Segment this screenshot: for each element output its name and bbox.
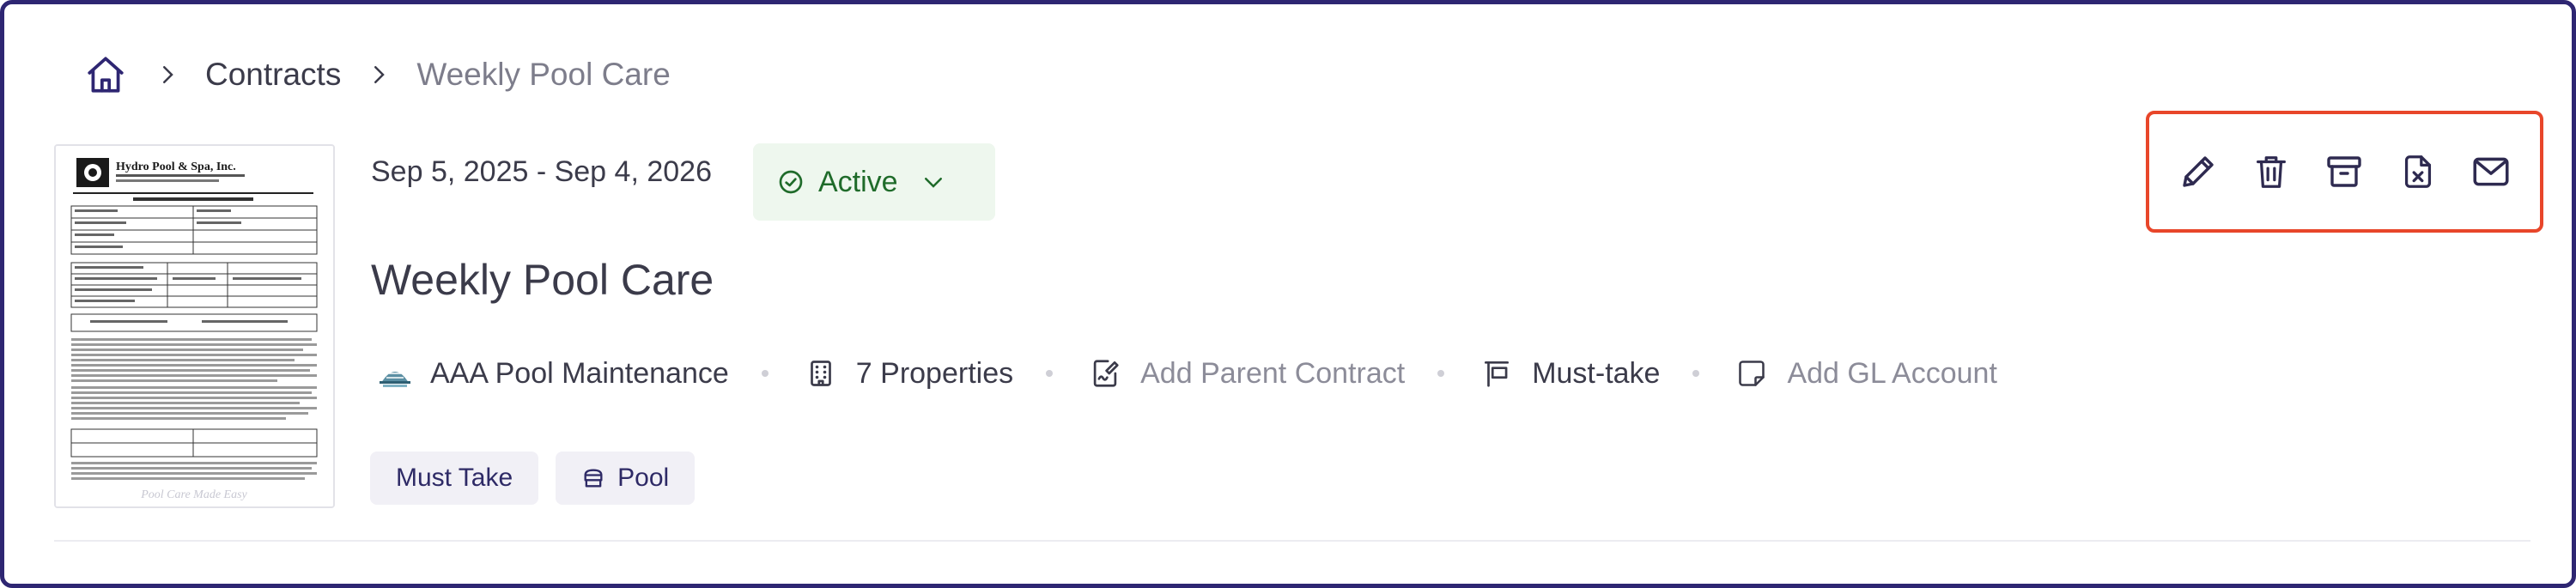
- thumbnail-company-name: Hydro Pool & Spa, Inc.: [116, 161, 236, 173]
- section-divider: [54, 540, 2530, 542]
- thumbnail-footer: Pool Care Made Easy: [140, 488, 247, 501]
- tag-must-take[interactable]: Must Take: [370, 452, 539, 505]
- flag-icon: [1477, 354, 1516, 393]
- contract-meta-row: AAA Pool Maintenance 7 Properties Add Pa…: [375, 348, 1997, 399]
- breadcrumb-contracts-link[interactable]: Contracts: [205, 57, 341, 93]
- status-dropdown[interactable]: Active: [753, 143, 995, 221]
- add-gl-account-button[interactable]: Add GL Account: [1732, 354, 1997, 393]
- add-parent-contract-label: Add Parent Contract: [1140, 356, 1406, 390]
- contract-document-thumbnail[interactable]: Hydro Pool & Spa, Inc. Pool Care Made Ea…: [54, 144, 335, 508]
- properties-link[interactable]: 7 Properties: [801, 354, 1013, 393]
- archive-icon: [2324, 151, 2365, 192]
- tag-label: Pool: [617, 464, 670, 492]
- archive-button[interactable]: [2317, 144, 2372, 199]
- pencil-icon: [2178, 151, 2219, 192]
- edit-button[interactable]: [2171, 144, 2226, 199]
- contract-title: Weekly Pool Care: [371, 256, 714, 304]
- pool-icon: [581, 465, 607, 491]
- properties-count: 7 Properties: [855, 356, 1014, 390]
- contract-header-panel: Contracts Weekly Pool Care Hydro Pool & …: [0, 0, 2576, 588]
- separator-dot: [1046, 370, 1054, 377]
- contract-action-toolbar: [2146, 111, 2543, 233]
- tag-list: Must Take Pool: [370, 452, 696, 505]
- vendor-link[interactable]: AAA Pool Maintenance: [375, 354, 729, 393]
- document-edit-icon: [1085, 354, 1125, 393]
- status-label: Active: [818, 165, 898, 198]
- separator-dot: [1692, 370, 1700, 377]
- tag-pool[interactable]: Pool: [556, 452, 696, 505]
- chevron-down-icon: [920, 169, 946, 195]
- delete-button[interactable]: [2244, 144, 2299, 199]
- breadcrumb: Contracts Weekly Pool Care: [82, 49, 671, 100]
- vendor-name: AAA Pool Maintenance: [430, 356, 729, 390]
- building-icon: [801, 354, 841, 393]
- add-parent-contract-button[interactable]: Add Parent Contract: [1085, 354, 1405, 393]
- home-icon[interactable]: [82, 51, 130, 99]
- document-x-icon: [2398, 152, 2438, 191]
- breadcrumb-current: Weekly Pool Care: [416, 57, 671, 92]
- trash-icon: [2251, 152, 2291, 191]
- sticky-note-icon: [1732, 354, 1771, 393]
- chevron-right-icon: [150, 58, 185, 92]
- check-circle-icon: [777, 168, 805, 196]
- add-gl-account-label: Add GL Account: [1787, 356, 1997, 390]
- tag-label: Must Take: [396, 464, 513, 492]
- priority-label: Must-take: [1532, 356, 1661, 390]
- vendor-logo-icon: [375, 354, 415, 393]
- chevron-right-icon: [361, 58, 396, 92]
- email-button[interactable]: [2464, 144, 2518, 199]
- cancel-contract-button[interactable]: [2391, 144, 2445, 199]
- priority-field[interactable]: Must-take: [1477, 354, 1660, 393]
- contract-date-range: Sep 5, 2025 - Sep 4, 2026: [371, 155, 712, 188]
- separator-dot: [761, 370, 769, 377]
- separator-dot: [1437, 370, 1445, 377]
- envelope-icon: [2470, 150, 2512, 193]
